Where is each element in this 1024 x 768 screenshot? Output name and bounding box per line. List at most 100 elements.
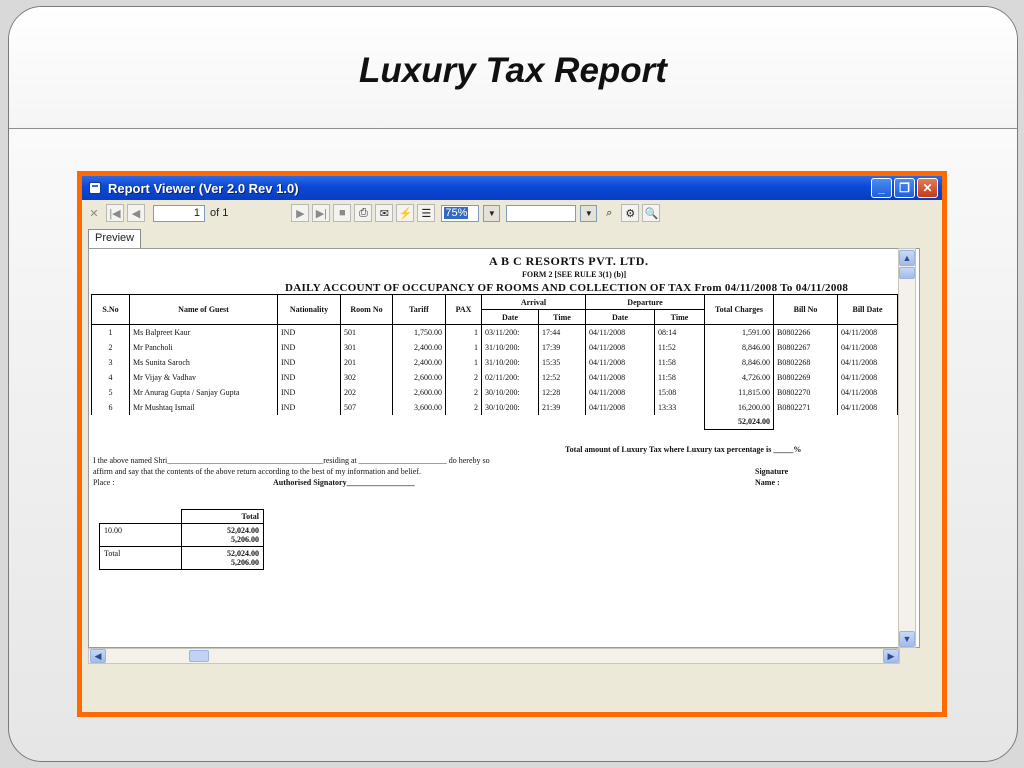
cell-total: 1,591.00: [704, 324, 774, 340]
cell-nationality: IND: [277, 324, 341, 340]
cell-room: 302: [340, 369, 393, 385]
next-page-icon[interactable]: ▶: [291, 204, 310, 222]
refresh-icon[interactable]: ⚡: [396, 204, 415, 222]
last-page-icon[interactable]: ▶|: [312, 204, 331, 222]
cell-bill-date: 04/11/2008: [837, 339, 898, 355]
grand-total: 52,024.00: [704, 414, 774, 430]
cell-total: 8,846.00: [704, 339, 774, 355]
window-title: Report Viewer (Ver 2.0 Rev 1.0): [108, 180, 299, 196]
cell-sno: 4: [91, 369, 130, 385]
cell-dep-time: 11:58: [654, 369, 705, 385]
search-binoculars-icon[interactable]: ⌕: [600, 204, 618, 222]
cell-room: 501: [340, 324, 393, 340]
cell-guest: Mr Vijay & Vadhav: [129, 369, 278, 385]
cell-arr-date: 31/10/200:: [481, 339, 539, 355]
report-view: A B C RESORTS PVT. LTD. FORM 2 [SEE RULE…: [88, 248, 920, 648]
vertical-scroll-thumb[interactable]: [899, 267, 915, 279]
report-viewer-window: Report Viewer (Ver 2.0 Rev 1.0) _ ❐ ✕ ✕ …: [82, 176, 942, 712]
cell-guest: Mr Pancholi: [129, 339, 278, 355]
tab-row: Preview: [82, 226, 942, 248]
company-name: A B C RESORTS PVT. LTD.: [489, 254, 649, 268]
cell-guest: Ms Sunita Saroch: [129, 354, 278, 370]
col-arr-time: Time: [538, 309, 586, 325]
cell-bill-no: B0802266: [773, 324, 838, 340]
scroll-right-icon[interactable]: ▶: [883, 649, 899, 663]
cell-nationality: IND: [277, 354, 341, 370]
cell-dep-date: 04/11/2008: [585, 339, 655, 355]
cell-bill-no: B0802267: [773, 339, 838, 355]
cell-arr-time: 17:44: [538, 324, 586, 340]
search-options-icon[interactable]: ⚙: [621, 204, 640, 222]
cell-sno: 2: [91, 339, 130, 355]
summary-value: 52,024.00: [227, 526, 259, 535]
place-label: Place :: [93, 478, 115, 487]
page-number-input[interactable]: 1: [153, 204, 205, 222]
col-departure: Departure: [585, 294, 705, 310]
cell-total: 4,726.00: [704, 369, 774, 385]
col-nationality: Nationality: [277, 294, 341, 325]
cell-room: 202: [340, 384, 393, 400]
app-icon: [89, 182, 101, 194]
summary-values: 52,024.00 5,206.00: [181, 523, 264, 547]
cell-dep-time: 08:14: [654, 324, 705, 340]
cell-arr-date: 30/10/200:: [481, 399, 539, 415]
close-report-icon[interactable]: ✕: [85, 204, 103, 222]
first-page-icon[interactable]: |◀: [106, 204, 124, 222]
cell-dep-date: 04/11/2008: [585, 324, 655, 340]
luxury-tax-line: Total amount of Luxury Tax where Luxury …: [565, 445, 802, 454]
cell-bill-no: B0802269: [773, 369, 838, 385]
table-row: 1 Ms Balpreet Kaur IND 501 1,750.00 1 03…: [91, 324, 898, 340]
cell-room: 201: [340, 354, 393, 370]
cell-bill-date: 04/11/2008: [837, 369, 898, 385]
close-button[interactable]: ✕: [917, 178, 938, 198]
cell-arr-date: 31/10/200:: [481, 354, 539, 370]
scroll-left-icon[interactable]: ◀: [90, 649, 106, 663]
summary-values: 52,024.00 5,206.00: [181, 546, 264, 570]
summary-label: 10.00: [99, 523, 182, 547]
col-sno: S.No: [91, 294, 130, 325]
cell-bill-date: 04/11/2008: [837, 354, 898, 370]
vertical-scrollbar[interactable]: ▲ ▼: [898, 248, 916, 648]
search-dropdown-icon[interactable]: ▼: [580, 204, 598, 222]
table-row: 5 Mr Anurag Gupta / Sanjay Gupta IND 202…: [91, 384, 898, 400]
minimize-button[interactable]: _: [871, 178, 892, 198]
col-bill-no: Bill No: [773, 294, 838, 325]
cell-bill-no: B0802268: [773, 354, 838, 370]
export-icon[interactable]: ✉: [375, 204, 394, 222]
restore-button[interactable]: ❐: [894, 178, 915, 198]
stop-icon[interactable]: ■: [333, 204, 352, 222]
zoom-value: 75%: [444, 206, 469, 219]
scroll-down-icon[interactable]: ▼: [899, 631, 915, 647]
cell-arr-time: 12:52: [538, 369, 586, 385]
group-tree-icon[interactable]: ☰: [417, 204, 436, 222]
col-guest: Name of Guest: [129, 294, 278, 325]
print-icon[interactable]: ⎙: [354, 204, 373, 222]
horizontal-scrollbar[interactable]: ◀ ▶: [88, 648, 900, 664]
tab-preview[interactable]: Preview: [88, 229, 142, 248]
cell-bill-no: B0802271: [773, 399, 838, 415]
horizontal-scroll-thumb[interactable]: [189, 650, 209, 662]
zoom-dropdown-icon[interactable]: ▼: [483, 204, 501, 222]
cell-dep-time: 11:58: [654, 354, 705, 370]
cell-arr-date: 03/11/200:: [481, 324, 539, 340]
scroll-up-icon[interactable]: ▲: [899, 250, 915, 266]
find-icon[interactable]: 🔍: [642, 204, 661, 222]
cell-guest: Mr Mushtaq Ismail: [129, 399, 278, 415]
cell-nationality: IND: [277, 369, 341, 385]
cell-pax: 2: [445, 399, 482, 415]
search-combo[interactable]: [506, 204, 577, 222]
summary-value: 5,206.00: [231, 558, 259, 567]
summary-header: Total: [181, 509, 264, 524]
cell-nationality: IND: [277, 339, 341, 355]
window-titlebar[interactable]: Report Viewer (Ver 2.0 Rev 1.0) _ ❐ ✕: [82, 176, 942, 200]
cell-tariff: 2,400.00: [392, 339, 446, 355]
form-label: FORM 2 [SEE RULE 3(1) (b)]: [522, 270, 627, 279]
cell-sno: 6: [91, 399, 130, 415]
cell-pax: 1: [445, 324, 482, 340]
cell-tariff: 1,750.00: [392, 324, 446, 340]
cell-guest: Ms Balpreet Kaur: [129, 324, 278, 340]
zoom-select[interactable]: 75%: [441, 204, 480, 222]
declaration-line-1: I the above named Shri__________________…: [93, 456, 490, 465]
prev-page-icon[interactable]: ◀: [127, 204, 145, 222]
table-row: 2 Mr Pancholi IND 301 2,400.00 1 31/10/2…: [91, 339, 898, 355]
